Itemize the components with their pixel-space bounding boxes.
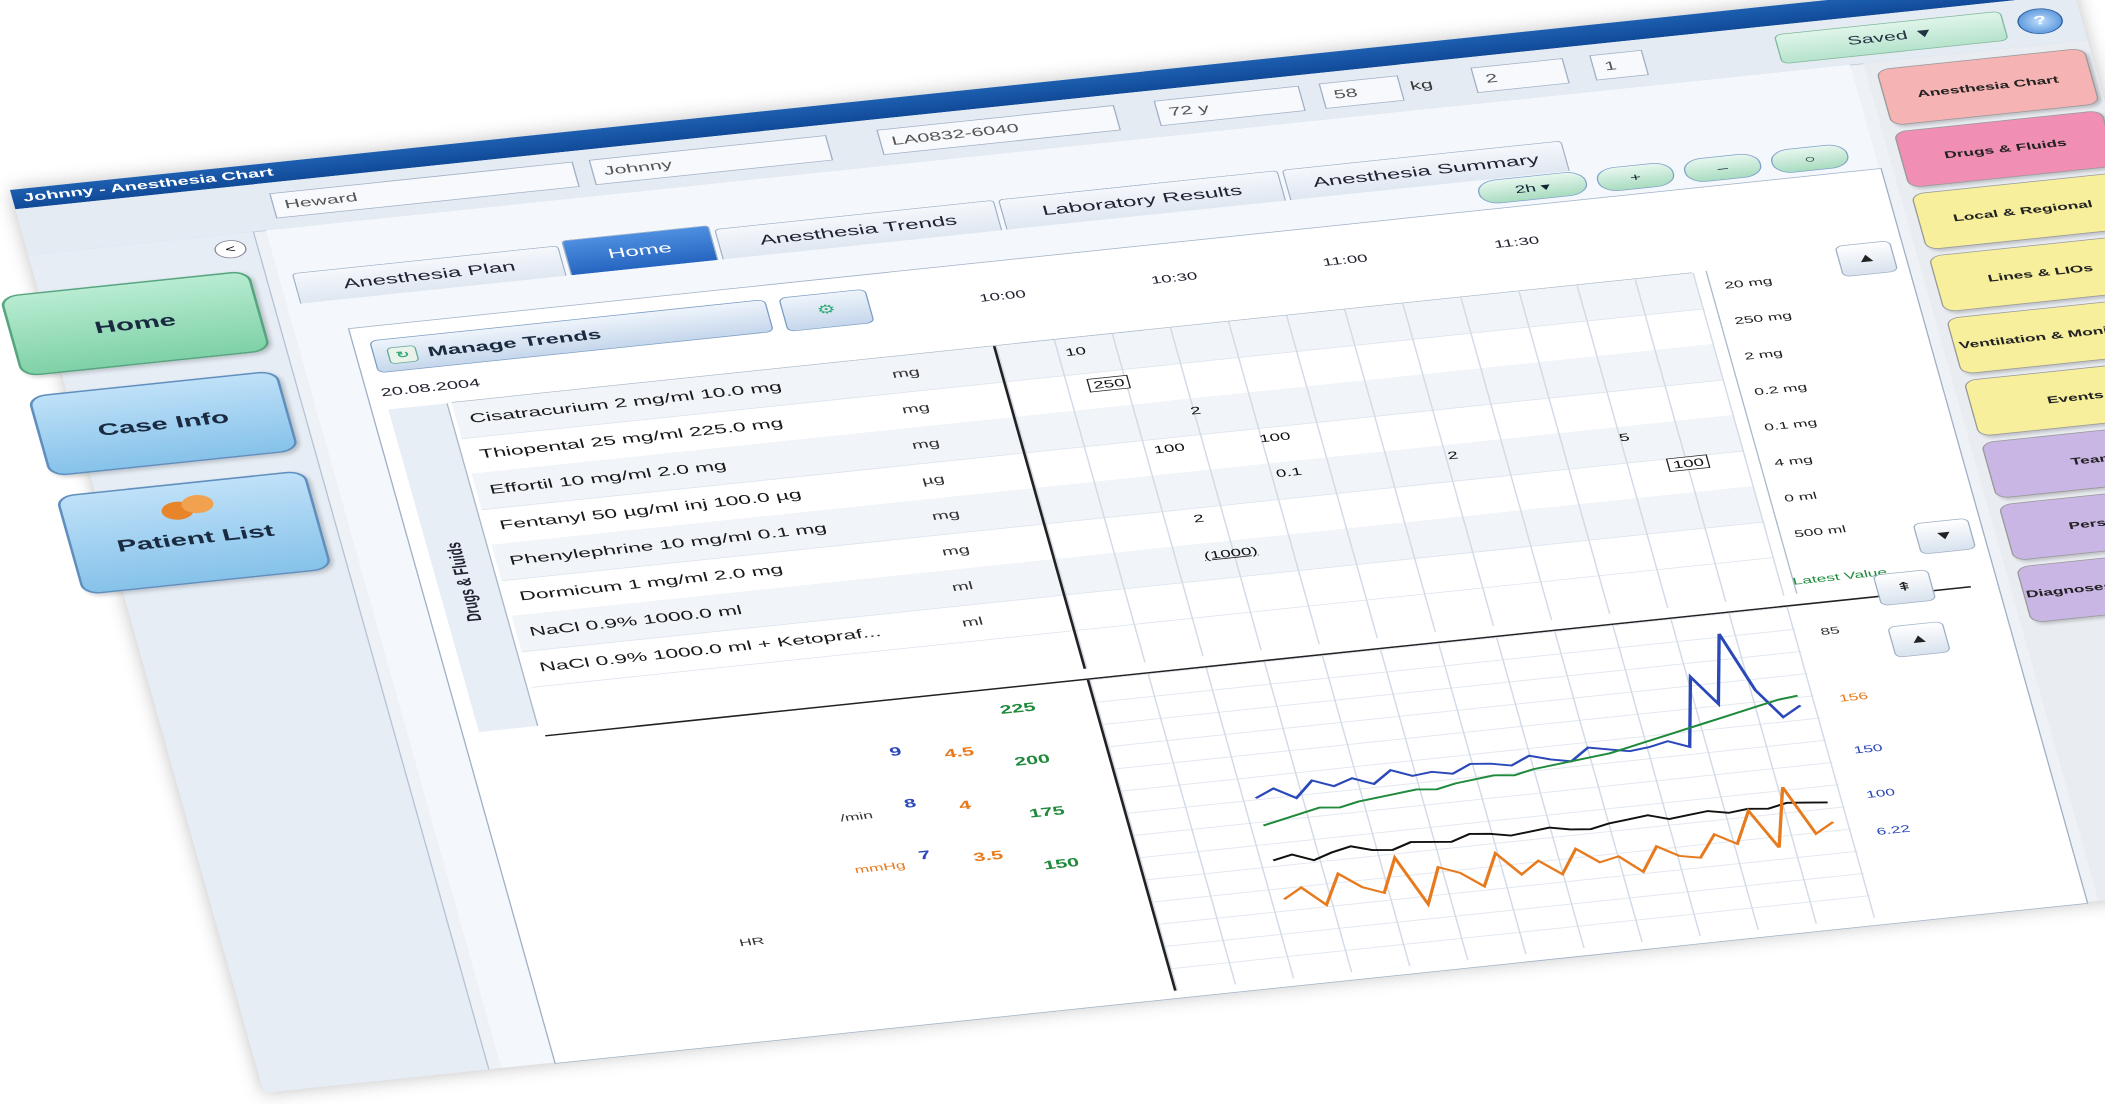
- dose-mark[interactable]: 100: [1665, 454, 1711, 473]
- weight-field[interactable]: 58: [1318, 75, 1405, 109]
- rate-value: 0.1 mg: [1762, 416, 1819, 434]
- scale-value-green: 150: [1042, 856, 1081, 873]
- scroll-top-arrow-icon[interactable]: ⇞: [1872, 569, 1937, 607]
- patients-icon: [154, 492, 220, 528]
- unit-label: mmHg: [853, 859, 907, 876]
- chart-toolbar: 2h ▾ + – ○: [1475, 142, 1852, 206]
- header-field-a[interactable]: 2: [1470, 58, 1570, 93]
- unit-label: /min: [838, 809, 875, 824]
- dose-mark[interactable]: 5: [1617, 431, 1631, 444]
- rate-value: 2 mg: [1742, 346, 1785, 362]
- drug-unit: µg: [920, 472, 947, 488]
- dose-mark[interactable]: 250: [1086, 374, 1132, 393]
- dose-mark[interactable]: (1000): [1202, 544, 1259, 561]
- dose-mark[interactable]: 0.1: [1274, 465, 1303, 480]
- scroll-up-arrow-icon[interactable]: ▲: [1886, 620, 1952, 658]
- patient-list-label: Patient List: [114, 520, 277, 556]
- drug-unit: mg: [940, 543, 972, 559]
- anesthesia-chart-window: Johnny - Anesthesia Chart x Heward Johnn…: [0, 0, 2105, 1093]
- trend-line-blue: [1254, 633, 1802, 800]
- scale-value-green: 225: [998, 700, 1038, 718]
- tab-anesthesia-trends[interactable]: Anesthesia Trends: [713, 199, 1003, 260]
- section-label-text: Drugs & Fluids: [442, 541, 487, 623]
- weight-unit: kg: [1408, 78, 1435, 93]
- trend-line-black: [1272, 801, 1828, 862]
- trend-line-green: [1262, 694, 1799, 827]
- age-field[interactable]: 72 y: [1153, 85, 1306, 127]
- scale-value-green: 200: [1012, 752, 1052, 769]
- trend-settings-button[interactable]: ⚙: [778, 288, 875, 332]
- rate-value: 4 mg: [1772, 453, 1815, 469]
- drug-unit: mg: [910, 436, 942, 453]
- patient-list-nav-button[interactable]: Patient List: [55, 469, 333, 596]
- vitals-trend-chart[interactable]: [1087, 607, 1874, 991]
- rate-value: 250 mg: [1732, 309, 1794, 327]
- zoom-in-button[interactable]: +: [1593, 161, 1678, 193]
- case-info-nav-button[interactable]: Case Info: [27, 370, 300, 477]
- unit-label: HR: [737, 934, 766, 949]
- rate-value: 500 ml: [1792, 523, 1848, 540]
- header-field-b[interactable]: 1: [1589, 49, 1649, 81]
- dose-mark[interactable]: 100: [1152, 441, 1186, 456]
- zoom-out-button[interactable]: –: [1681, 152, 1765, 184]
- tab-bar: Anesthesia Plan Home Anesthesia Trends L…: [291, 140, 1570, 304]
- scale-value-green: 175: [1027, 804, 1067, 821]
- drug-timeline-grid[interactable]: 10 250 2 100 100 0.1 2 5 100 2 (1000): [992, 272, 1786, 669]
- rate-value: 0.2 mg: [1752, 380, 1809, 398]
- time-label: 10:00: [977, 287, 1028, 305]
- state-value: Saved: [1845, 29, 1910, 48]
- scroll-down-arrow-icon[interactable]: ▼: [1912, 517, 1977, 555]
- scroll-up-arrow-icon[interactable]: ▲: [1834, 240, 1899, 278]
- collapse-nav-icon[interactable]: <: [212, 238, 249, 260]
- time-label: 10:30: [1149, 269, 1199, 287]
- dose-mark[interactable]: 10: [1064, 344, 1088, 358]
- scale-value-blue: 7: [917, 848, 933, 863]
- chart-panel: ↻ Manage Trends ⚙ 20.08.2004 10:00 10:30…: [347, 168, 2089, 1064]
- scale-value-orange: 3.5: [971, 848, 1005, 865]
- dose-mark[interactable]: 2: [1192, 512, 1206, 525]
- drug-unit: mg: [890, 365, 922, 381]
- time-label: 11:00: [1320, 251, 1370, 269]
- tab-anesthesia-plan[interactable]: Anesthesia Plan: [291, 245, 567, 304]
- chart-date: 20.08.2004: [379, 376, 482, 400]
- rate-value: 0 ml: [1782, 489, 1819, 505]
- scale-value-orange: 4.5: [942, 745, 976, 761]
- reset-zoom-button[interactable]: ○: [1768, 142, 1852, 175]
- right-scale-value: 85: [1818, 624, 1842, 638]
- drug-unit: ml: [950, 579, 975, 595]
- tab-home[interactable]: Home: [560, 225, 719, 276]
- time-label: 11:30: [1492, 233, 1541, 251]
- dose-mark[interactable]: 100: [1258, 430, 1292, 445]
- scale-value-blue: 9: [887, 745, 904, 760]
- trends-icon: ↻: [385, 344, 420, 365]
- right-scale-value: 6.22: [1875, 822, 1912, 838]
- drug-unit: mg: [900, 401, 932, 417]
- help-icon[interactable]: ?: [2014, 6, 2067, 37]
- rate-value: 20 mg: [1722, 274, 1774, 291]
- scale-value-blue: 8: [902, 797, 918, 811]
- drug-unit: mg: [930, 507, 962, 524]
- manage-trends-button[interactable]: ↻ Manage Trends: [368, 299, 775, 374]
- scale-value-orange: 4: [957, 798, 973, 813]
- manage-trends-label: Manage Trends: [425, 326, 603, 360]
- tab-laboratory-results[interactable]: Laboratory Results: [997, 170, 1287, 230]
- chevron-down-icon: ▼: [1911, 26, 1937, 42]
- main-area: Anesthesia Plan Home Anesthesia Trends L…: [265, 64, 2089, 1068]
- dose-mark[interactable]: 2: [1446, 449, 1460, 462]
- dose-mark[interactable]: 2: [1189, 404, 1203, 417]
- settings-icon: ⚙: [815, 302, 838, 318]
- right-scale-value: 100: [1864, 786, 1897, 801]
- home-nav-button[interactable]: Home: [0, 270, 272, 377]
- right-scale-value: 150: [1852, 741, 1884, 756]
- drug-unit: ml: [960, 614, 985, 630]
- right-scale-value: 156: [1837, 689, 1870, 704]
- stage: Johnny - Anesthesia Chart x Heward Johnn…: [0, 0, 2105, 1104]
